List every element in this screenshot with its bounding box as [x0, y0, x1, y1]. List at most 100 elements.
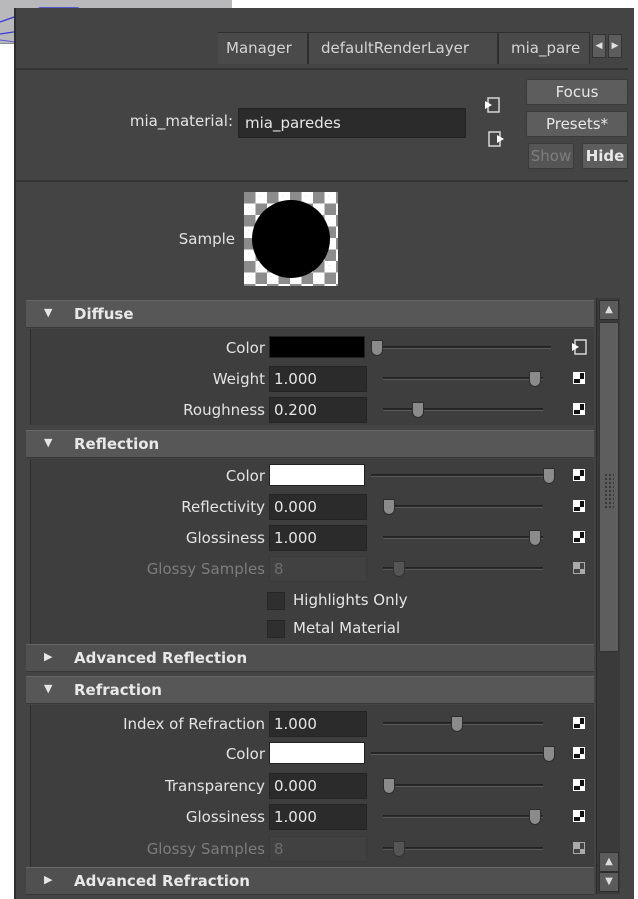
triangle-down-icon: ▼: [44, 306, 53, 319]
refraction-glossy-samples-slider-handle: [393, 841, 405, 857]
reflection-reflectivity-field[interactable]: 0.000: [269, 494, 367, 520]
reflection-glossiness-label: Glossiness: [185, 529, 265, 547]
diffuse-roughness-slider-handle[interactable]: [412, 402, 424, 418]
refraction-ior-label: Index of Refraction: [123, 715, 265, 733]
reflection-reflectivity-row: Reflectivity 0.000: [31, 493, 594, 521]
refraction-glossy-samples-label: Glossy Samples: [146, 840, 265, 858]
checker-map-icon[interactable]: [573, 747, 585, 759]
reflection-reflectivity-slider-track[interactable]: [383, 505, 543, 508]
refraction-color-slider-track[interactable]: [371, 752, 551, 755]
checker-map-icon[interactable]: [573, 469, 585, 481]
focus-button[interactable]: Focus: [526, 79, 628, 105]
input-connection-icon[interactable]: [571, 339, 589, 355]
input-connection-icon[interactable]: [484, 97, 502, 113]
tab-manager[interactable]: Manager: [218, 32, 308, 64]
checker-map-icon[interactable]: [573, 500, 585, 512]
sample-label: Sample: [178, 230, 235, 248]
tab-scroll-arrows: ◀ ▶: [592, 34, 622, 66]
refraction-glossiness-field[interactable]: 1.000: [269, 804, 367, 830]
reflection-color-swatch[interactable]: [269, 464, 365, 486]
checker-map-icon[interactable]: [573, 810, 585, 822]
reflection-reflectivity-slider-handle[interactable]: [383, 499, 395, 515]
diffuse-weight-slider-handle[interactable]: [529, 371, 541, 387]
sample-sphere: [252, 200, 330, 278]
refraction-glossy-samples-field: 8: [269, 836, 367, 862]
section-diffuse-body: Color Weight 1.000 Roughness 0.200: [30, 329, 594, 425]
section-advanced-refraction-title: Advanced Refraction: [74, 872, 250, 890]
reflection-glossiness-slider-track[interactable]: [383, 536, 543, 539]
node-name-field[interactable]: mia_paredes: [238, 108, 466, 138]
tab-scroll-right-icon[interactable]: ▶: [608, 34, 622, 58]
refraction-glossiness-slider-handle[interactable]: [529, 809, 541, 825]
diffuse-weight-field[interactable]: 1.000: [269, 366, 367, 392]
refraction-glossy-samples-row: Glossy Samples 8: [31, 835, 594, 863]
refraction-glossiness-label: Glossiness: [185, 808, 265, 826]
reflection-glossiness-field[interactable]: 1.000: [269, 525, 367, 551]
refraction-transparency-field[interactable]: 0.000: [269, 773, 367, 799]
reflection-glossy-samples-field: 8: [269, 556, 367, 582]
tab-scroll-left-icon[interactable]: ◀: [592, 34, 606, 58]
section-refraction-title: Refraction: [74, 681, 162, 699]
highlights-only-checkbox[interactable]: [267, 592, 285, 610]
attribute-sections: ▼ Diffuse Color Weight 1.000 Roughness 0…: [16, 296, 594, 896]
reflection-glossy-samples-slider-track: [383, 567, 543, 570]
diffuse-color-swatch[interactable]: [269, 336, 365, 358]
tab-default-render-layer[interactable]: defaultRenderLayer: [308, 32, 498, 64]
reflection-color-slider-handle[interactable]: [543, 468, 555, 484]
refraction-transparency-label: Transparency: [164, 777, 265, 795]
diffuse-weight-slider-track[interactable]: [383, 377, 543, 380]
refraction-glossiness-row: Glossiness 1.000: [31, 803, 594, 831]
section-refraction-body: Index of Refraction 1.000 Color Transpar…: [30, 705, 594, 869]
reflection-glossy-samples-row: Glossy Samples 8: [31, 555, 594, 583]
refraction-transparency-slider-handle[interactable]: [383, 778, 395, 794]
reflection-glossiness-slider-handle[interactable]: [529, 530, 541, 546]
section-advanced-refraction-header[interactable]: ▶ Advanced Refraction: [26, 867, 594, 895]
diffuse-color-label: Color: [225, 339, 265, 357]
attribute-scrollbar[interactable]: ▲ ▲ ▼: [596, 298, 620, 894]
refraction-color-label: Color: [225, 745, 265, 763]
refraction-ior-slider-handle[interactable]: [451, 716, 463, 732]
output-connection-icon[interactable]: [488, 131, 506, 147]
refraction-transparency-row: Transparency 0.000: [31, 772, 594, 800]
section-diffuse-header[interactable]: ▼ Diffuse: [26, 300, 594, 328]
reflection-color-slider-track[interactable]: [371, 474, 551, 477]
checker-map-icon[interactable]: [573, 531, 585, 543]
diffuse-roughness-field[interactable]: 0.200: [269, 397, 367, 423]
reflection-glossy-samples-slider-handle: [393, 561, 405, 577]
scrollbar-thumb[interactable]: [599, 322, 619, 652]
diffuse-roughness-slider-track[interactable]: [383, 408, 543, 411]
metal-material-checkbox[interactable]: [267, 620, 285, 638]
scroll-up-icon[interactable]: ▲: [599, 300, 619, 320]
diffuse-roughness-row: Roughness 0.200: [31, 396, 594, 424]
checker-map-icon[interactable]: [573, 717, 585, 729]
tab-mia-paredes[interactable]: mia_pare: [498, 32, 590, 64]
scroll-down-icon[interactable]: ▼: [599, 872, 619, 892]
metal-material-label: Metal Material: [293, 619, 401, 637]
refraction-color-slider-handle[interactable]: [543, 746, 555, 762]
diffuse-color-slider-handle[interactable]: [371, 340, 383, 356]
refraction-color-row: Color: [31, 740, 594, 768]
section-reflection-header[interactable]: ▼ Reflection: [26, 430, 594, 458]
node-tab-bar: Manager defaultRenderLayer mia_pare ◀ ▶: [218, 30, 630, 66]
section-reflection-body: Color Reflectivity 0.000 Glossiness 1.00…: [30, 459, 594, 645]
checker-map-icon[interactable]: [573, 403, 585, 415]
reflection-color-label: Color: [225, 467, 265, 485]
refraction-color-swatch[interactable]: [269, 742, 365, 764]
section-diffuse-title: Diffuse: [74, 305, 134, 323]
refraction-ior-slider-track[interactable]: [383, 722, 543, 725]
checker-map-icon[interactable]: [573, 779, 585, 791]
refraction-glossy-samples-slider-track: [383, 847, 543, 850]
presets-button[interactable]: Presets*: [526, 111, 628, 137]
refraction-ior-field[interactable]: 1.000: [269, 711, 367, 737]
show-button[interactable]: Show: [528, 143, 574, 169]
diffuse-color-slider-track[interactable]: [371, 346, 551, 349]
triangle-right-icon: ▶: [44, 873, 53, 886]
section-refraction-header[interactable]: ▼ Refraction: [26, 676, 594, 704]
refraction-glossiness-slider-track[interactable]: [383, 815, 543, 818]
triangle-down-icon: ▼: [44, 682, 53, 695]
scroll-up-lower-icon[interactable]: ▲: [599, 852, 619, 872]
section-advanced-reflection-header[interactable]: ▶ Advanced Reflection: [26, 644, 594, 672]
refraction-transparency-slider-track[interactable]: [383, 784, 543, 787]
hide-button[interactable]: Hide: [582, 143, 628, 169]
checker-map-icon[interactable]: [573, 372, 585, 384]
